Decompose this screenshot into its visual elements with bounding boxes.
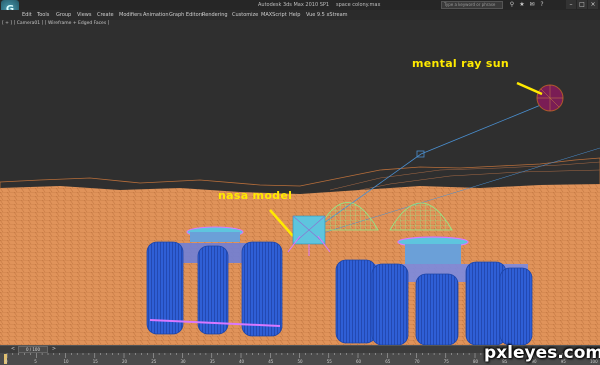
menu-rendering[interactable]: Rendering: [202, 10, 228, 20]
ruler-tick-label: 75: [443, 359, 449, 364]
menu-views[interactable]: Views: [77, 10, 91, 20]
menu-create[interactable]: Create: [97, 10, 114, 20]
maximize-button[interactable]: □: [577, 0, 587, 9]
ruler-tick-label: 55: [326, 359, 332, 364]
ruler-tick-label: 0: [5, 359, 8, 364]
ruler-tick-label: 5: [34, 359, 37, 364]
menu-bar: Edit Tools Group Views Create Modifiers …: [0, 10, 600, 20]
ruler-tick-label: 50: [297, 359, 303, 364]
next-frame-button[interactable]: >: [50, 346, 58, 353]
watermark: pxleyes.com: [484, 343, 600, 363]
menu-group[interactable]: Group: [56, 10, 71, 20]
ruler-tick-label: 30: [180, 359, 186, 364]
menu-modifiers[interactable]: Modifiers: [119, 10, 142, 20]
ruler-tick-label: 25: [151, 359, 157, 364]
search-icon[interactable]: ⚲: [508, 1, 516, 9]
ruler-tick-label: 10: [63, 359, 69, 364]
title-bar: G Autodesk 3ds Max 2010 SP1 space colony…: [0, 0, 600, 20]
ruler-tick-label: 20: [122, 359, 128, 364]
sun-annotation: mental ray sun: [412, 57, 509, 70]
menu-animation[interactable]: Animation: [143, 10, 169, 20]
menu-customize[interactable]: Customize: [232, 10, 258, 20]
help-icon[interactable]: ?: [538, 1, 546, 9]
file-name: space colony.max: [336, 2, 381, 8]
viewport-scene[interactable]: [0, 20, 600, 345]
menu-help[interactable]: Help: [289, 10, 300, 20]
ruler-tick-label: 65: [385, 359, 391, 364]
minimize-button[interactable]: –: [566, 0, 576, 9]
menu-maxscript[interactable]: MAXScript: [261, 10, 287, 20]
close-button[interactable]: ×: [588, 0, 598, 9]
subscription-icon[interactable]: ★: [518, 1, 526, 9]
menu-edit[interactable]: Edit: [22, 10, 32, 20]
search-input[interactable]: Type a keyword or phrase: [441, 1, 503, 9]
ruler-tick-label: 60: [356, 359, 362, 364]
ruler-tick-label: 15: [92, 359, 98, 364]
ruler-tick-label: 45: [268, 359, 274, 364]
prev-frame-button[interactable]: <: [9, 346, 17, 353]
ruler-tick-label: 80: [473, 359, 479, 364]
ruler-tick-label: 35: [209, 359, 215, 364]
menu-graph-editors[interactable]: Graph Editors: [169, 10, 203, 20]
menu-tools[interactable]: Tools: [37, 10, 49, 20]
viewport-label[interactable]: [ + ] [ Camera01 ] [ Wireframe + Edged F…: [2, 20, 109, 27]
window-title: Autodesk 3ds Max 2010 SP1: [258, 2, 330, 8]
ruler-tick-label: 70: [414, 359, 420, 364]
ruler-tick-label: 40: [239, 359, 245, 364]
colony-module-left[interactable]: [146, 226, 283, 337]
frame-counter[interactable]: 0 / 100: [18, 346, 48, 353]
communication-icon[interactable]: ✉: [528, 1, 536, 9]
menu-vue-xstream[interactable]: Vue 9.5 xStream: [306, 10, 348, 20]
nasa-annotation: nasa model: [218, 189, 293, 202]
